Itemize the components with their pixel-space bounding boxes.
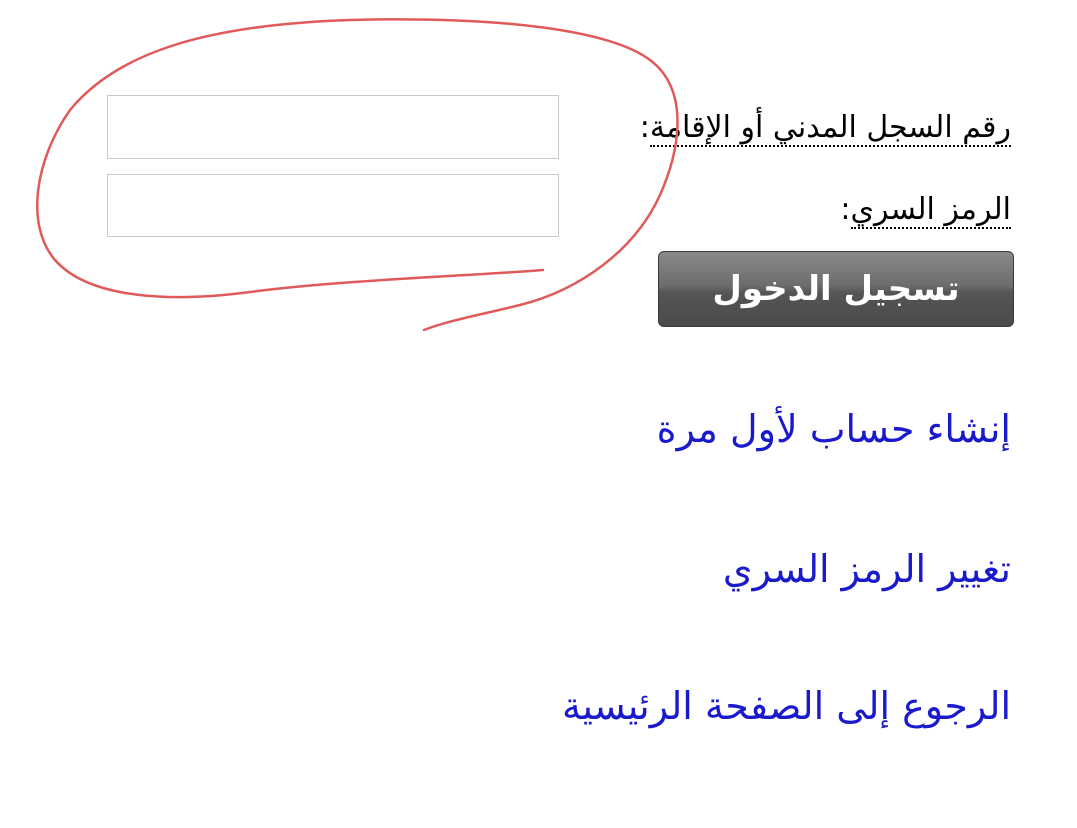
back-home-link[interactable]: الرجوع إلى الصفحة الرئيسية bbox=[562, 680, 1011, 732]
civil-id-colon: : bbox=[639, 110, 650, 145]
civil-id-label-text: رقم السجل المدني أو الإقامة bbox=[649, 110, 1011, 147]
password-input[interactable] bbox=[107, 174, 559, 237]
password-colon: : bbox=[840, 192, 851, 227]
civil-id-label: رقم السجل المدني أو الإقامة: bbox=[640, 108, 1011, 148]
civil-id-input[interactable] bbox=[107, 95, 559, 159]
password-label: الرمز السري: bbox=[840, 190, 1011, 230]
change-password-link[interactable]: تغيير الرمز السري bbox=[723, 543, 1011, 595]
password-label-text: الرمز السري bbox=[850, 192, 1011, 229]
create-account-link[interactable]: إنشاء حساب لأول مرة bbox=[657, 403, 1011, 455]
login-button[interactable]: تسجيل الدخول bbox=[658, 251, 1014, 327]
